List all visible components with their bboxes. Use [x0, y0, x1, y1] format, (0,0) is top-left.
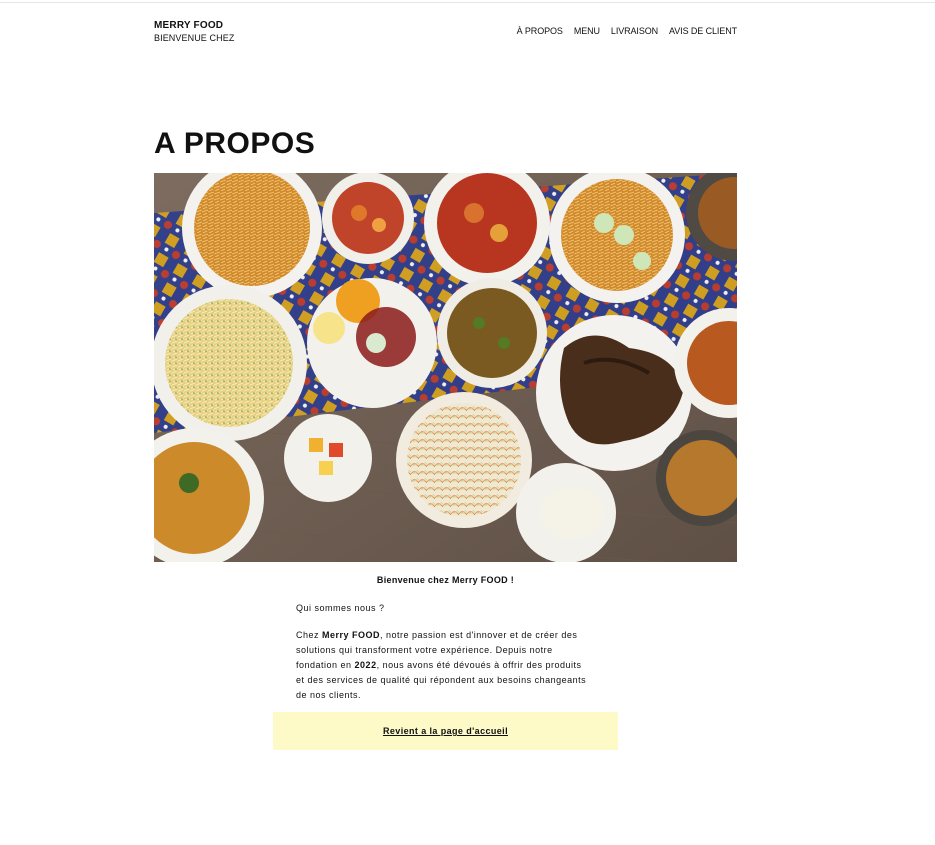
year-emphasis: 2022 — [354, 660, 377, 670]
food-spread-illustration — [154, 173, 737, 562]
about-question: Qui sommes nous ? — [296, 603, 385, 613]
nav-item-livraison[interactable]: LIVRAISON — [611, 26, 658, 36]
home-link-banner: Revient a la page d'accueil — [273, 712, 618, 750]
page-title: A PROPOS — [154, 127, 316, 160]
about-section: Qui sommes nous ? Chez Merry FOOD, notre… — [296, 601, 591, 715]
brand-tagline: BIENVENUE CHEZ — [154, 33, 235, 43]
nav-item-avis-de-client[interactable]: AVIS DE CLIENT — [669, 26, 737, 36]
nav-item-menu[interactable]: MENU — [574, 26, 600, 36]
hero-image — [154, 173, 737, 562]
nav-item-a-propos[interactable]: À PROPOS — [517, 26, 563, 36]
brand-emphasis: Merry FOOD — [322, 630, 381, 640]
back-home-link[interactable]: Revient a la page d'accueil — [383, 726, 508, 736]
welcome-heading: Bienvenue chez Merry FOOD ! — [376, 575, 515, 585]
brand[interactable]: MERRY FOOD BIENVENUE CHEZ — [154, 19, 234, 45]
main-nav: À PROPOS MENU LIVRAISON AVIS DE CLIENT — [517, 26, 738, 36]
about-paragraph: Chez Merry FOOD, notre passion est d'inn… — [296, 630, 587, 700]
top-divider — [0, 2, 935, 3]
brand-name: MERRY FOOD — [154, 20, 224, 31]
